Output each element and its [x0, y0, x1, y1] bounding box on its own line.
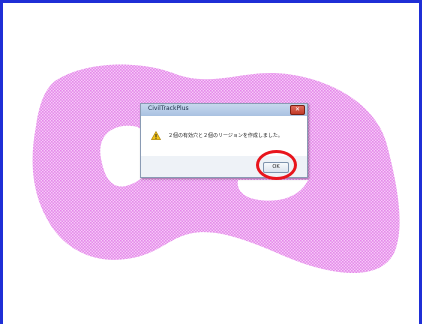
warning-icon — [151, 131, 161, 140]
close-icon: ✕ — [294, 106, 301, 113]
close-button[interactable]: ✕ — [290, 105, 305, 115]
dialog-title: CivilTrackPlus — [148, 105, 189, 112]
dialog-message: ２個の有効穴と２個のリージョンを作成しました。 — [168, 133, 283, 139]
highlight-circle — [256, 150, 297, 180]
dialog-titlebar[interactable]: CivilTrackPlus ✕ — [141, 104, 307, 116]
